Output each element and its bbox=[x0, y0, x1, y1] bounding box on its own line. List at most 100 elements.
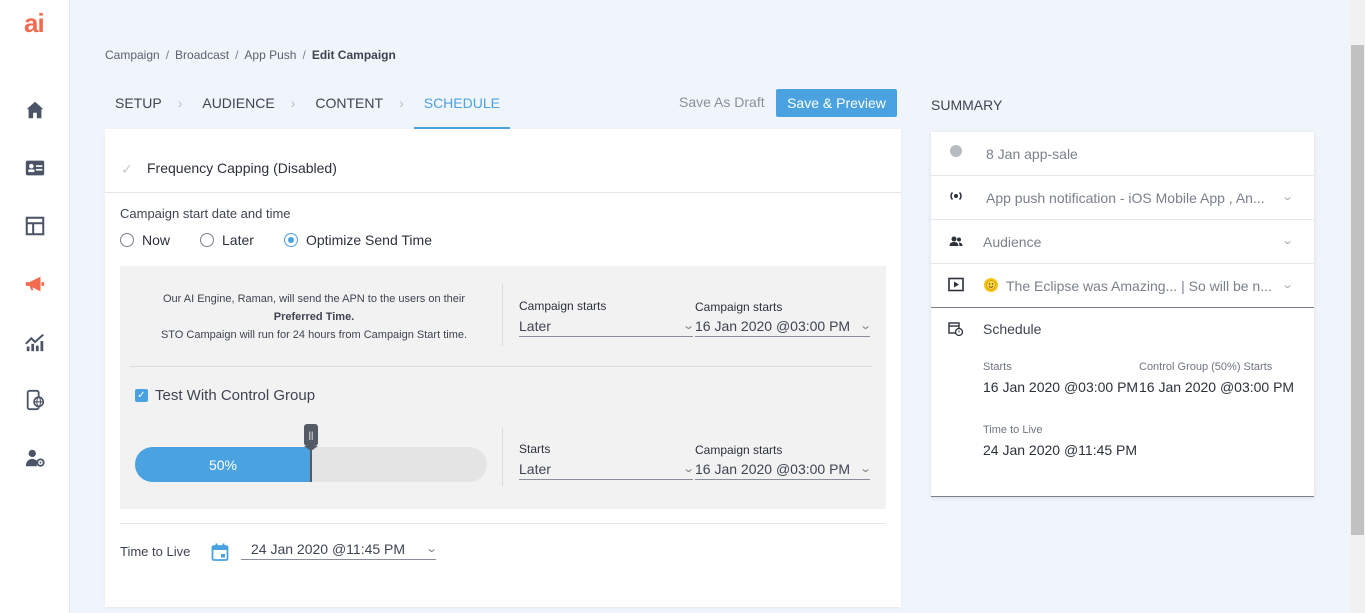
summary-ttl-label: Time to Live bbox=[983, 424, 1043, 436]
ai-text-line: Our AI Engine, Raman, will send the APN … bbox=[162, 293, 466, 305]
chevron-down-icon: ⌄ bbox=[858, 320, 872, 332]
step-audience[interactable]: AUDIENCE bbox=[192, 86, 284, 129]
cg-campaign-starts-label: Campaign starts bbox=[695, 443, 783, 457]
radio-now-label: Now bbox=[142, 232, 171, 248]
campaign-starts-date-select[interactable]: 16 Jan 2020 @03:00 PM ⌄ bbox=[695, 315, 872, 337]
cg-starts-select[interactable]: Later ⌄ bbox=[519, 458, 695, 480]
wizard-steps: SETUP › AUDIENCE › CONTENT › SCHEDULE bbox=[105, 86, 510, 129]
schedule-panel: ✓ Frequency Capping (Disabled) Campaign … bbox=[105, 129, 901, 607]
select-value: 16 Jan 2020 @03:00 PM bbox=[695, 317, 851, 334]
chevron-down-icon: ⌄ bbox=[1280, 279, 1294, 291]
select-value: 24 Jan 2020 @11:45 PM bbox=[251, 540, 406, 557]
divider bbox=[931, 307, 1314, 308]
cg-starts-label: Starts bbox=[519, 442, 551, 456]
divider bbox=[120, 523, 886, 524]
chevron-right-icon: › bbox=[177, 95, 183, 111]
radio-later-label: Later bbox=[222, 232, 254, 248]
time-to-live-select[interactable]: 24 Jan 2020 @11:45 PM ⌄ bbox=[241, 538, 438, 560]
sun-emoji-icon bbox=[983, 277, 999, 293]
frequency-capping-row[interactable]: ✓ Frequency Capping (Disabled) bbox=[105, 129, 901, 193]
save-as-draft-button[interactable]: Save As Draft bbox=[679, 94, 765, 110]
summary-channel-text: App push notification - iOS Mobile App ,… bbox=[986, 190, 1265, 206]
summary-audience-text: Audience bbox=[983, 234, 1042, 250]
breadcrumb-campaign[interactable]: Campaign bbox=[105, 48, 160, 62]
campaign-starts-date-label: Campaign starts bbox=[695, 300, 783, 314]
radio-later[interactable]: Later bbox=[200, 232, 254, 248]
divider bbox=[130, 366, 872, 367]
select-value: 16 Jan 2020 @03:00 PM bbox=[695, 460, 851, 477]
ai-engine-description: Our AI Engine, Raman, will send the APN … bbox=[130, 290, 498, 344]
start-date-label: Campaign start date and time bbox=[120, 206, 291, 221]
scrollbar-thumb[interactable] bbox=[1351, 45, 1364, 535]
check-icon: ✓ bbox=[121, 161, 133, 177]
step-content[interactable]: CONTENT bbox=[305, 86, 393, 129]
chevron-down-icon: ⌄ bbox=[424, 543, 438, 555]
chevron-right-icon: › bbox=[290, 95, 296, 111]
step-schedule[interactable]: SCHEDULE bbox=[413, 86, 510, 129]
page-scrollbar[interactable] bbox=[1350, 0, 1365, 613]
layout-icon[interactable] bbox=[23, 214, 47, 238]
radio-circle[interactable] bbox=[120, 233, 134, 247]
time-to-live-label: Time to Live bbox=[120, 544, 191, 559]
frequency-capping-label: Frequency Capping (Disabled) bbox=[147, 160, 337, 176]
radio-circle[interactable] bbox=[200, 233, 215, 247]
radio-circle-selected[interactable] bbox=[283, 233, 298, 247]
chevron-down-icon: ⌄ bbox=[1280, 235, 1294, 247]
analytics-icon[interactable] bbox=[23, 330, 47, 354]
radio-optimize-send-time[interactable]: Optimize Send Time bbox=[283, 232, 432, 248]
save-preview-button[interactable]: Save & Preview bbox=[776, 89, 897, 117]
home-icon[interactable] bbox=[23, 98, 47, 122]
app-logo[interactable]: ai bbox=[24, 8, 45, 39]
chevron-right-icon: › bbox=[399, 95, 404, 111]
schedule-icon bbox=[948, 321, 964, 337]
ai-text-line: STO Campaign will run for 24 hours from … bbox=[160, 329, 468, 341]
slider-handle[interactable]: || bbox=[304, 424, 318, 451]
ai-text-bold: Preferred Time. bbox=[273, 311, 355, 323]
select-value: Later bbox=[519, 317, 551, 334]
summary-row-name[interactable]: 8 Jan app-sale bbox=[931, 132, 1314, 176]
campaign-starts-label: Campaign starts bbox=[519, 299, 607, 313]
breadcrumb-separator: / bbox=[302, 48, 306, 62]
broadcast-icon bbox=[948, 189, 964, 205]
user-settings-icon[interactable] bbox=[23, 446, 47, 470]
slider-marker-line bbox=[310, 447, 312, 482]
chevron-down-icon: ⌄ bbox=[681, 320, 695, 332]
step-setup[interactable]: SETUP bbox=[105, 86, 172, 129]
divider bbox=[502, 284, 503, 346]
summary-campaign-name: 8 Jan app-sale bbox=[986, 146, 1078, 162]
summary-content-text: The Eclipse was Amazing... | So will be … bbox=[1006, 278, 1272, 294]
summary-starts-value: 16 Jan 2020 @03:00 PM bbox=[983, 379, 1139, 395]
cg-campaign-starts-select[interactable]: 16 Jan 2020 @03:00 PM ⌄ bbox=[695, 458, 872, 480]
summary-control-group-label: Control Group (50%) Starts bbox=[1139, 361, 1273, 373]
breadcrumb: Campaign / Broadcast / App Push / Edit C… bbox=[105, 48, 396, 62]
summary-row-channel[interactable]: App push notification - iOS Mobile App ,… bbox=[931, 176, 1314, 220]
contact-card-icon[interactable] bbox=[23, 156, 47, 180]
breadcrumb-app-push[interactable]: App Push bbox=[244, 48, 296, 62]
breadcrumb-separator: / bbox=[235, 48, 239, 62]
summary-row-content[interactable]: The Eclipse was Amazing... | So will be … bbox=[931, 264, 1314, 308]
radio-now[interactable]: Now bbox=[120, 232, 170, 248]
mobile-globe-icon[interactable] bbox=[23, 388, 47, 412]
slider-percent-text: 50% bbox=[208, 456, 238, 473]
left-sidebar: ai bbox=[0, 0, 70, 613]
optimize-settings-box: Our AI Engine, Raman, will send the APN … bbox=[120, 266, 886, 509]
control-group-checkbox[interactable]: ✓ bbox=[135, 389, 148, 402]
megaphone-icon[interactable] bbox=[23, 272, 47, 296]
breadcrumb-edit-campaign: Edit Campaign bbox=[311, 48, 396, 62]
summary-title: SUMMARY bbox=[931, 97, 1003, 113]
summary-card: 8 Jan app-sale App push notification - i… bbox=[931, 132, 1314, 497]
summary-control-group-value: 16 Jan 2020 @03:00 PM bbox=[1139, 379, 1295, 395]
divider bbox=[502, 428, 503, 486]
divider bbox=[931, 496, 1314, 497]
schedule-title: Schedule bbox=[983, 321, 1042, 337]
calendar-icon[interactable] bbox=[211, 543, 229, 561]
select-value: Later bbox=[519, 460, 551, 477]
breadcrumb-separator: / bbox=[165, 48, 170, 62]
campaign-starts-select[interactable]: Later ⌄ bbox=[519, 315, 695, 337]
summary-row-audience[interactable]: Audience ⌄ bbox=[931, 220, 1314, 264]
chevron-down-icon: ⌄ bbox=[858, 463, 872, 475]
status-dot-icon bbox=[948, 145, 964, 161]
breadcrumb-broadcast[interactable]: Broadcast bbox=[175, 48, 229, 62]
summary-starts-label: Starts bbox=[983, 361, 1012, 373]
control-group-label: Test With Control Group bbox=[155, 387, 316, 404]
